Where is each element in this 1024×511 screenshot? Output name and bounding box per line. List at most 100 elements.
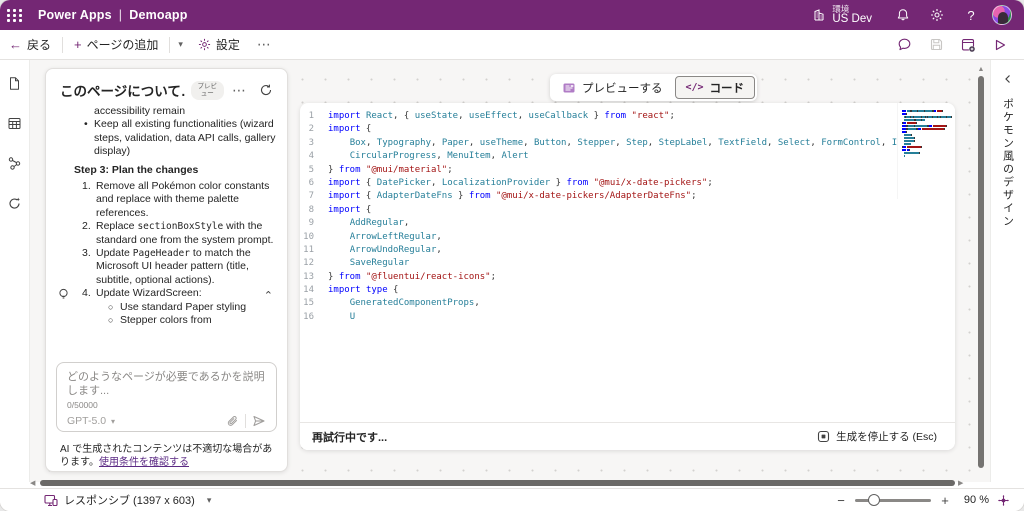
expand-panel-chevron-icon[interactable] (1003, 74, 1013, 84)
inline-code: sectionBoxStyle (137, 221, 223, 232)
flow-branch-icon (7, 156, 22, 171)
inline-code: PageHeader (133, 248, 190, 259)
help-button[interactable]: ? (954, 0, 988, 30)
code-line: 15 GeneratedComponentProps, (300, 297, 955, 310)
ai-numbered-item: 1.Remove all Pokémon color constants and… (82, 180, 277, 220)
comments-button[interactable] (890, 33, 918, 57)
add-page-button[interactable]: + ページの追加 (65, 30, 167, 59)
line-number: 12 (300, 257, 328, 270)
ai-prompt-input[interactable]: どのようなページが必要であるかを説明します... 0/50000 GPT-5.0… (56, 362, 277, 432)
settings-label: 設定 (216, 36, 240, 53)
line-number: 7 (300, 190, 328, 203)
toolbar-divider (62, 37, 63, 53)
code-line: 7import { AdapterDateFns } from "@mui/x-… (300, 190, 955, 203)
user-avatar[interactable] (992, 5, 1012, 25)
code-text: SaveRegular (328, 257, 955, 270)
ai-numbered-item: 4.Update WizardScreen: (82, 287, 277, 300)
right-panel-title: ポケモン風のデザイン (1000, 98, 1016, 228)
zoom-slider-thumb[interactable] (868, 494, 880, 506)
scroll-left-arrow[interactable]: ◀ (30, 479, 35, 488)
pages-nav-button[interactable] (4, 72, 26, 94)
scroll-up-arrow[interactable]: ▲ (977, 66, 985, 74)
code-text: import type { (328, 284, 955, 297)
code-line: 13} from "@fluentui/react-icons"; (300, 271, 955, 284)
zoom-in-button[interactable]: + (939, 493, 951, 508)
settings-button[interactable]: 設定 (189, 30, 249, 59)
line-number: 1 (300, 110, 328, 123)
play-preview-button[interactable] (986, 33, 1014, 57)
notifications-button[interactable] (886, 0, 920, 30)
design-canvas[interactable]: このページについて… プレビ ュー ⋯ accessibility remain… (30, 60, 990, 482)
header-actions: 環境 US Dev ? (798, 0, 1024, 30)
left-navigation-rail (0, 60, 30, 482)
code-text: ArrowUndoRegular, (328, 244, 955, 257)
code-text: AddRegular, (328, 217, 955, 230)
data-nav-button[interactable] (4, 112, 26, 134)
model-selector[interactable]: GPT-5.0 ▾ (67, 415, 117, 427)
ai-regenerate-nav-button[interactable] (4, 192, 26, 214)
stop-generation-button[interactable]: 生成を停止する (Esc) (811, 426, 943, 447)
ai-disclaimer: AI で生成されたコンテンツは不適切な場合があります。使用条件を確認する (60, 443, 275, 469)
publish-button[interactable] (954, 33, 982, 57)
brand-name: Power Apps (38, 8, 112, 22)
ai-panel-header: このページについて… プレビ ュー ⋯ (46, 69, 287, 105)
page-icon (7, 76, 22, 91)
ai-content: accessibility remain•Keep all existing f… (60, 105, 277, 357)
code-text: import { (328, 204, 955, 217)
back-arrow-icon: ← (9, 37, 22, 52)
publish-icon (960, 37, 976, 53)
status-bar: レスポンシブ (1397 x 603) ▾ − + 90 % (0, 488, 1024, 511)
character-counter: 0/50000 (67, 400, 266, 410)
stop-icon (817, 430, 830, 443)
flows-nav-button[interactable] (4, 152, 26, 174)
line-number: 10 (300, 231, 328, 244)
code-line: 3 Box, Typography, Paper, useTheme, Butt… (300, 137, 955, 150)
code-line: 10 ArrowLeftRegular, (300, 231, 955, 244)
ai-panel-refresh-button[interactable] (255, 79, 277, 101)
line-number: 13 (300, 271, 328, 284)
line-number: 5 (300, 164, 328, 177)
horizontal-scroll-thumb[interactable] (40, 480, 955, 486)
responsive-label: レスポンシブ (1397 x 603) (64, 492, 195, 508)
attach-paperclip-icon[interactable] (226, 415, 239, 428)
environment-picker[interactable]: 環境 US Dev (798, 0, 886, 30)
collapse-section-chevron[interactable]: ⌃ (264, 289, 273, 302)
preview-badge-line2: ュー (198, 90, 218, 98)
text-segment: Update (96, 247, 133, 259)
zoom-slider[interactable] (855, 494, 931, 506)
code-text: import { AdapterDateFns } from "@mui/x-d… (328, 190, 955, 203)
code-editor-footer: 再試行中です... 生成を停止する (Esc) (300, 422, 955, 450)
send-icon[interactable] (252, 414, 266, 428)
environment-label: 環境 (832, 5, 872, 14)
minimap[interactable] (897, 103, 955, 199)
bell-icon (896, 8, 910, 22)
ai-panel-more-button[interactable]: ⋯ (230, 82, 249, 99)
add-page-dropdown-chevron[interactable]: ▾ (172, 39, 189, 50)
line-number: 11 (300, 244, 328, 257)
zoom-slider-track[interactable] (855, 499, 931, 502)
ai-sub-bullet-item: ○Stepper colors from (108, 314, 277, 327)
line-number: 14 (300, 284, 328, 297)
scroll-right-arrow[interactable]: ▶ (958, 479, 963, 488)
settings-gear-button[interactable] (920, 0, 954, 30)
fit-to-screen-icon[interactable] (997, 494, 1010, 507)
code-text: } from "@mui/material"; (328, 164, 955, 177)
terms-link[interactable]: 使用条件を確認する (99, 457, 189, 468)
preview-toggle-label: プレビューする (582, 80, 663, 96)
code-lines[interactable]: 1import React, { useState, useEffect, us… (300, 103, 955, 422)
help-icon: ? (967, 8, 974, 23)
back-button[interactable]: ← 戻る (0, 30, 60, 59)
refresh-icon (259, 83, 273, 97)
line-number: 8 (300, 204, 328, 217)
waffle-menu-button[interactable] (0, 0, 30, 30)
code-toggle-button[interactable]: </> コード (675, 76, 756, 99)
building-icon (812, 8, 826, 22)
toolbar-overflow-button[interactable]: ⋯ (249, 36, 280, 53)
zoom-out-button[interactable]: − (835, 493, 847, 508)
preview-toggle-button[interactable]: プレビューする (552, 76, 673, 99)
canvas-vertical-scrollbar[interactable]: ▲ (977, 66, 985, 474)
responsive-size-selector[interactable]: レスポンシブ (1397 x 603) ▾ (44, 492, 217, 508)
save-button-disabled[interactable] (922, 33, 950, 57)
vertical-scroll-thumb[interactable] (978, 76, 984, 468)
canvas-horizontal-scrollbar[interactable]: ◀ ▶ (0, 479, 1024, 488)
